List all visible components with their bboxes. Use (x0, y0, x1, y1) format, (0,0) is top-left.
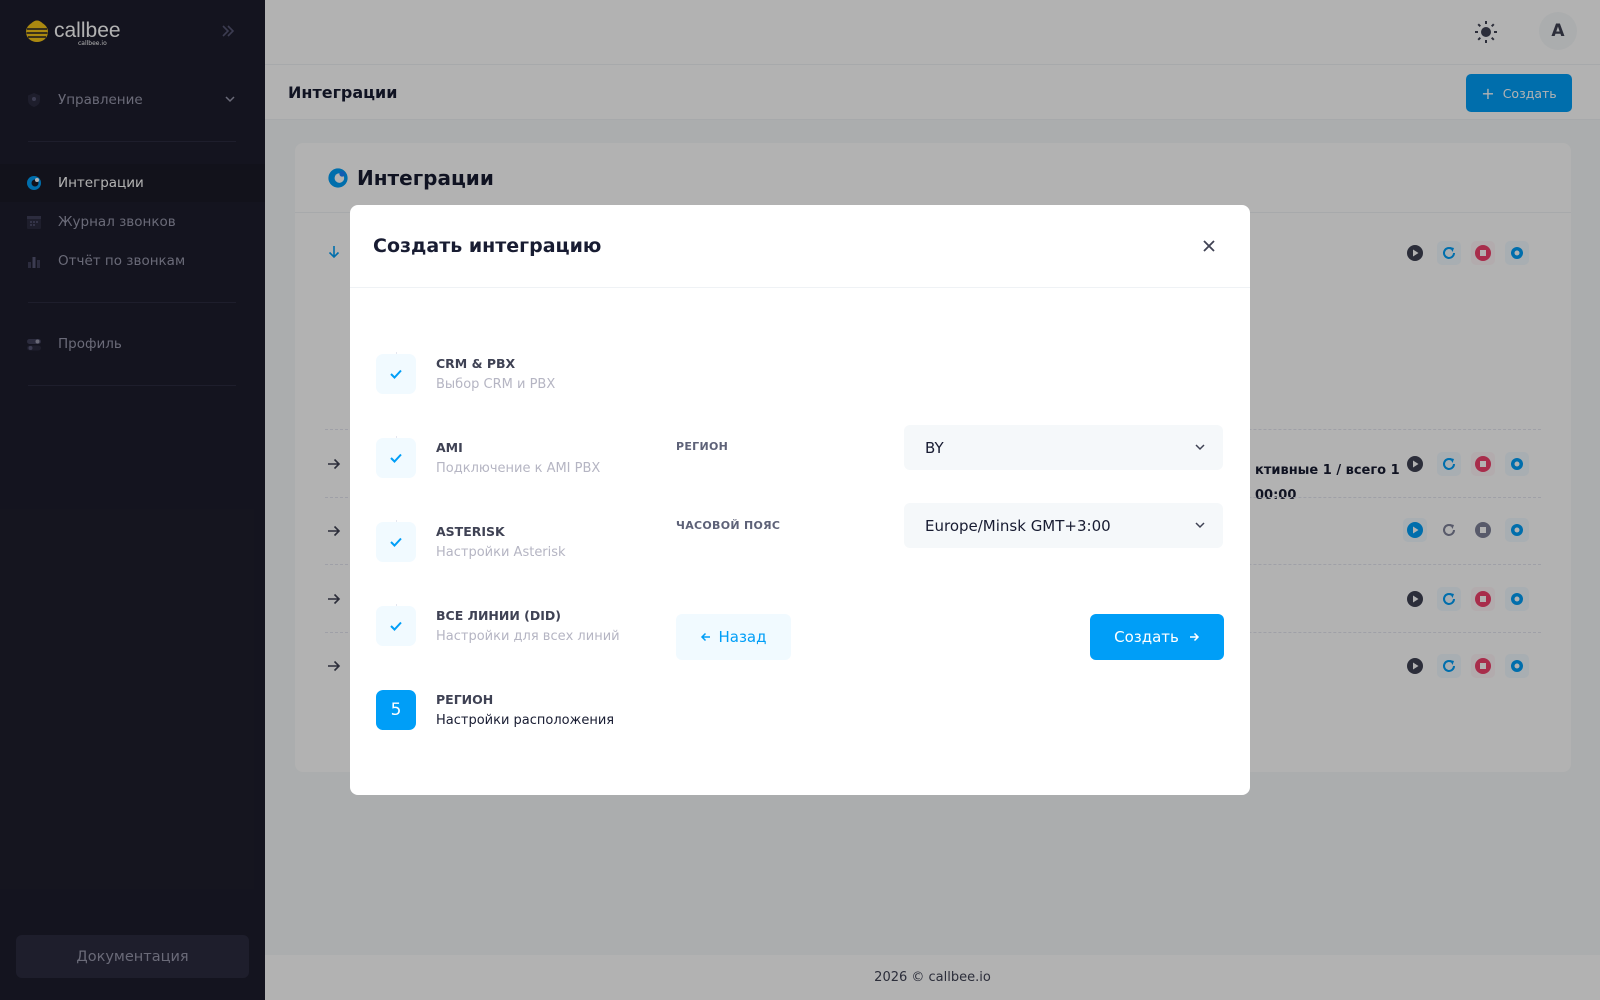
step-description: Выбор CRM и PBX (436, 377, 556, 392)
step-done-box (376, 522, 416, 562)
chevron-down-icon (1195, 444, 1205, 451)
arrow-right-icon (1189, 632, 1199, 642)
step-title: РЕГИОН (436, 692, 494, 707)
chevron-down-icon (1195, 522, 1205, 529)
check-icon (390, 621, 402, 631)
region-label: РЕГИОН (676, 440, 729, 453)
step-number-box: 5 (376, 690, 416, 730)
modal-header: Создать интеграцию (350, 205, 1250, 288)
modal-title: Создать интеграцию (373, 235, 602, 257)
step-description: Подключение к AMI PBX (436, 461, 601, 476)
check-icon (390, 453, 402, 463)
step-title: AMI (436, 440, 463, 455)
step-description: Настройки для всех линий (436, 629, 620, 644)
check-icon (390, 537, 402, 547)
close-icon[interactable] (1198, 235, 1220, 257)
region-select[interactable]: BY (904, 425, 1223, 470)
timezone-select-value: Europe/Minsk GMT+3:00 (925, 516, 1111, 535)
arrow-left-icon (701, 632, 711, 642)
submit-button-label: Создать (1114, 628, 1179, 646)
step-description: Настройки расположения (436, 713, 615, 728)
region-select-value: BY (925, 438, 944, 457)
step-title: ASTERISK (436, 524, 505, 539)
step-done-box (376, 438, 416, 478)
step-title: CRM & PBX (436, 356, 516, 371)
step-done-box (376, 606, 416, 646)
submit-create-button[interactable]: Создать (1090, 614, 1224, 660)
step-done-box (376, 354, 416, 394)
back-button[interactable]: Назад (676, 614, 791, 660)
timezone-label: ЧАСОВОЙ ПОЯС (676, 519, 781, 532)
check-icon (390, 369, 402, 379)
step-description: Настройки Asterisk (436, 545, 566, 560)
create-integration-modal: Создать интеграцию CRM & PBX Выбор CRM и… (350, 205, 1250, 795)
step-title: ВСЕ ЛИНИИ (DID) (436, 608, 561, 623)
back-button-label: Назад (718, 628, 767, 646)
timezone-select[interactable]: Europe/Minsk GMT+3:00 (904, 503, 1223, 548)
